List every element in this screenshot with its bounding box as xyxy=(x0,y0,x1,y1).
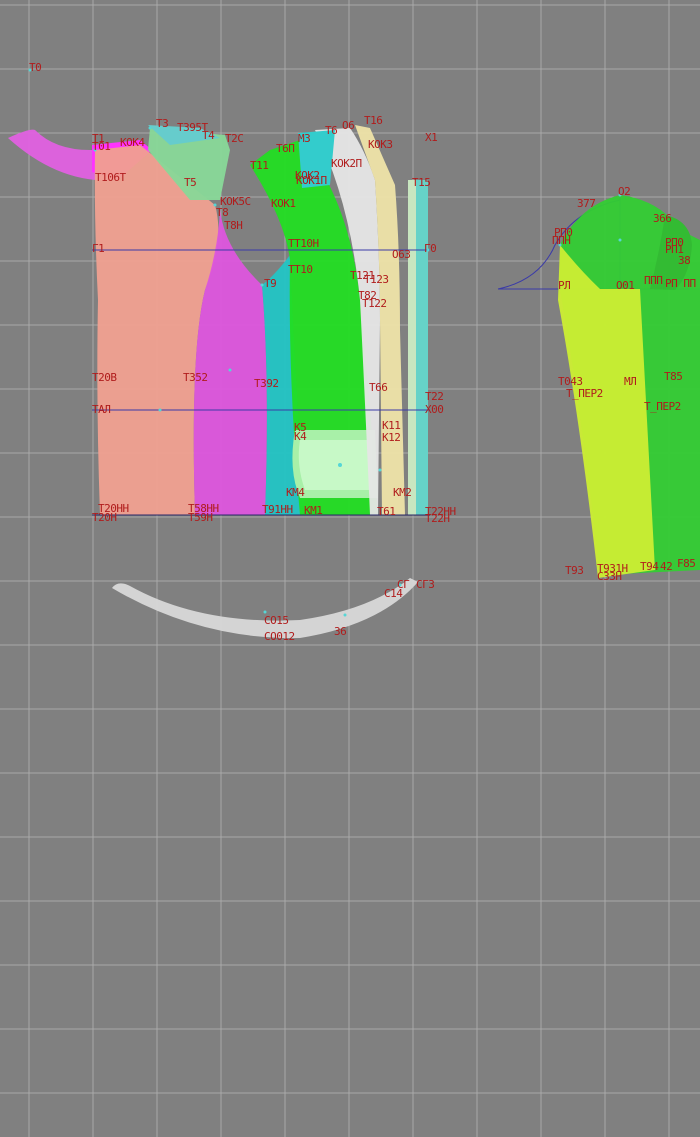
point-label[interactable]: KOK1 xyxy=(271,198,296,209)
point-label[interactable]: K4 xyxy=(294,431,307,442)
point-label[interactable]: T043 xyxy=(558,376,583,387)
point-label[interactable]: T22H xyxy=(425,513,450,524)
point-label[interactable]: TAЛ xyxy=(92,404,111,415)
point-label[interactable]: T6 xyxy=(325,125,338,136)
point-label[interactable]: T8 xyxy=(216,207,229,218)
point-label[interactable]: TT10 xyxy=(288,264,313,275)
point-label[interactable]: T_ПЕР2 xyxy=(566,388,603,399)
point-label[interactable]: C14 xyxy=(384,588,403,599)
point-label[interactable]: ППН xyxy=(552,235,571,246)
point-label[interactable]: Г1 xyxy=(92,243,105,254)
point-label[interactable]: T2C xyxy=(225,133,244,144)
point-label[interactable]: ППП xyxy=(644,275,663,286)
point-label[interactable]: T11 xyxy=(250,160,269,171)
point-label[interactable]: T392 xyxy=(254,378,279,389)
point-label[interactable]: X1 xyxy=(425,132,438,143)
point-label[interactable]: T_ПЕР2 xyxy=(644,401,681,412)
point-label[interactable]: T122 xyxy=(362,298,387,309)
point-label[interactable]: T20B xyxy=(92,372,117,383)
point-label[interactable]: T85 xyxy=(664,371,683,382)
point-label[interactable]: KOK3 xyxy=(368,139,393,150)
point-label[interactable]: T01 xyxy=(92,141,111,152)
point-label[interactable]: T94 xyxy=(640,561,659,572)
point-label[interactable]: T9 xyxy=(264,278,277,289)
point-label[interactable]: M3 xyxy=(298,133,311,144)
point-label[interactable]: CГ3 xyxy=(416,579,435,590)
point-label[interactable]: T6П xyxy=(276,143,295,154)
point-label[interactable]: KOK2П xyxy=(331,158,362,169)
front-pocket-inner[interactable] xyxy=(298,440,372,490)
point-label[interactable]: TT10H xyxy=(288,238,319,249)
point-label[interactable]: CO15 xyxy=(264,615,289,626)
point-label[interactable]: T61 xyxy=(377,506,396,517)
point-label[interactable]: Г0 xyxy=(424,243,437,254)
point-label[interactable]: T3 xyxy=(156,118,169,129)
point-label[interactable]: T106T xyxy=(95,172,126,183)
point-label[interactable]: PП ПП xyxy=(665,278,696,289)
point-label[interactable]: 42 xyxy=(660,561,673,572)
point-label[interactable]: МЛ xyxy=(624,376,637,387)
point-label[interactable]: T59H xyxy=(188,512,213,523)
point-label[interactable]: T0 xyxy=(29,62,42,73)
point-label[interactable]: O6 xyxy=(342,120,355,131)
point-label[interactable]: K12 xyxy=(382,432,401,443)
point-label[interactable]: 38 xyxy=(678,255,691,266)
point-label[interactable]: 377 xyxy=(577,198,596,209)
point-label[interactable]: F85 xyxy=(677,558,696,569)
point-label[interactable]: O01 xyxy=(616,280,635,291)
point-label[interactable]: T5 xyxy=(184,177,197,188)
point-label[interactable]: T8H xyxy=(224,220,243,231)
point-label[interactable]: T22 xyxy=(425,391,444,402)
point-label[interactable]: T123 xyxy=(364,274,389,285)
bodice-pieces[interactable] xyxy=(8,125,430,516)
point-label[interactable]: T20H xyxy=(92,512,117,523)
pattern-canvas[interactable]: T0 T1 T01 KOK4 T3 T395T T4 T2C M3 T6П T6… xyxy=(0,0,700,1137)
point-label[interactable]: KOK4 xyxy=(120,137,145,148)
point-label[interactable]: C33H xyxy=(597,571,622,582)
point-label[interactable]: KM1 xyxy=(304,505,323,516)
point-label[interactable]: T66 xyxy=(369,382,388,393)
point-label[interactable]: T93 xyxy=(565,565,584,576)
point-label[interactable]: T91HH xyxy=(262,504,293,515)
point-label[interactable]: KM4 xyxy=(286,487,305,498)
point-label[interactable]: KM2 xyxy=(393,487,412,498)
point-label[interactable]: 366 xyxy=(653,213,672,224)
point-label[interactable]: T352 xyxy=(183,372,208,383)
point-label[interactable]: KOK2 xyxy=(295,170,320,181)
point-label[interactable]: T15 xyxy=(412,177,431,188)
point-label[interactable]: O2 xyxy=(618,186,631,197)
point-label[interactable]: T4 xyxy=(202,130,215,141)
point-label[interactable]: O63 xyxy=(392,249,411,260)
point-label[interactable]: 36 xyxy=(334,626,347,637)
point-label[interactable]: K11 xyxy=(382,420,401,431)
front-placket-teal[interactable] xyxy=(416,180,428,515)
point-label[interactable]: X00 xyxy=(425,404,444,415)
point-label[interactable]: T16 xyxy=(364,115,383,126)
point-label[interactable]: PЛ xyxy=(558,280,571,291)
point-label[interactable]: CO012 xyxy=(264,631,295,642)
